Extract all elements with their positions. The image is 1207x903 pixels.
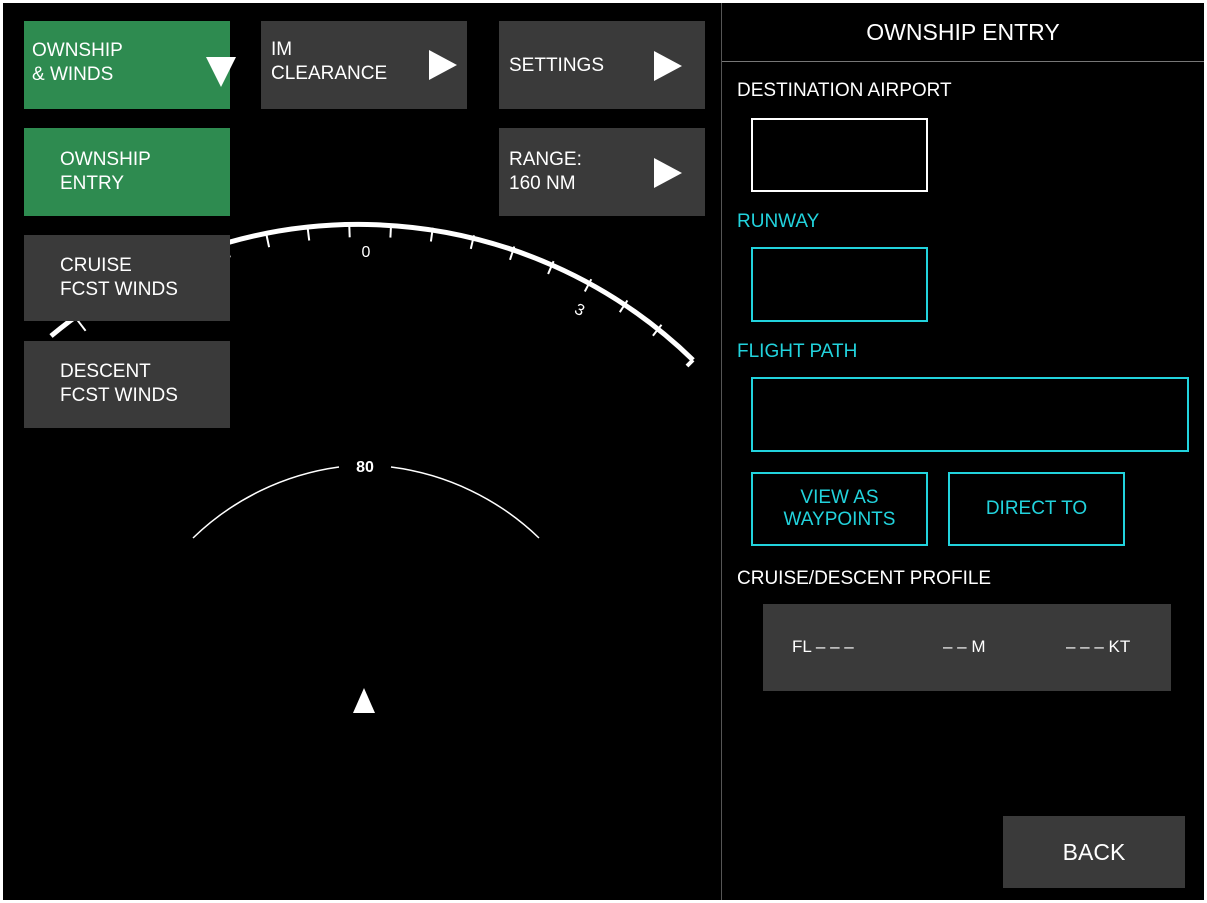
profile-mach: – – M [943, 637, 986, 656]
range-ring-left [192, 466, 340, 539]
destination-airport-field[interactable] [751, 118, 928, 192]
compass-tick-label-3: 3 [572, 301, 588, 320]
play-triangle-icon [429, 50, 457, 80]
cruise-fcst-winds-button[interactable]: CRUISE FCST WINDS [24, 235, 230, 321]
ownship-entry-panel: OWNSHIP ENTRY DESTINATION AIRPORT RUNWAY… [722, 3, 1204, 900]
ownship-symbol [353, 688, 375, 713]
im-clearance-button[interactable]: IM CLEARANCE [261, 21, 467, 109]
descent-fcst-winds-label: DESCENT FCST WINDS [60, 361, 178, 406]
ownship-winds-label: OWNSHIP & WINDS [32, 40, 123, 85]
runway-label: RUNWAY [737, 211, 820, 232]
dropdown-triangle-icon [206, 57, 236, 87]
compass-tick-label-0: 0 [362, 244, 371, 261]
runway-field[interactable] [751, 247, 928, 322]
compass-tick [265, 233, 271, 248]
ownship-winds-button[interactable]: OWNSHIP & WINDS [24, 21, 236, 109]
range-ring-right [390, 466, 540, 539]
cruise-descent-profile[interactable]: FL – – – – – M – – – KT [763, 604, 1171, 691]
settings-button[interactable]: SETTINGS [499, 21, 705, 109]
view-as-waypoints-button[interactable]: VIEW AS WAYPOINTS [751, 472, 928, 546]
compass-arc-endcap [685, 358, 695, 368]
cruise-fcst-winds-label: CRUISE FCST WINDS [60, 255, 178, 300]
range-label: RANGE: 160 NM [509, 149, 582, 194]
range-button[interactable]: RANGE: 160 NM [499, 128, 705, 216]
flight-path-field[interactable] [751, 377, 1189, 452]
profile-speed: – – – KT [1066, 637, 1131, 656]
compass-tick [348, 223, 351, 238]
title-divider [722, 61, 1204, 62]
destination-airport-label: DESTINATION AIRPORT [737, 80, 952, 101]
cruise-descent-profile-label: CRUISE/DESCENT PROFILE [737, 568, 992, 589]
panel-title: OWNSHIP ENTRY [866, 19, 1060, 45]
play-triangle-icon [654, 158, 682, 188]
compass-tick [389, 223, 393, 238]
play-triangle-icon [654, 51, 682, 81]
range-ring-label: 80 [356, 459, 374, 476]
ownship-entry-button[interactable]: OWNSHIP ENTRY [24, 128, 230, 216]
compass-tick [76, 319, 87, 332]
im-clearance-label: IM CLEARANCE [271, 39, 388, 84]
profile-flight-level: FL – – – [792, 637, 854, 656]
settings-label: SETTINGS [509, 55, 605, 76]
back-button[interactable]: BACK [1003, 816, 1185, 888]
flight-path-label: FLIGHT PATH [737, 341, 858, 362]
direct-to-button[interactable]: DIRECT TO [948, 472, 1125, 546]
descent-fcst-winds-button[interactable]: DESCENT FCST WINDS [24, 341, 230, 428]
ownship-entry-label: OWNSHIP ENTRY [60, 149, 151, 194]
cdti-display: 0 3 80 OWNSHIP & WINDS OWNSHIP ENTRY CRU… [3, 3, 1204, 900]
